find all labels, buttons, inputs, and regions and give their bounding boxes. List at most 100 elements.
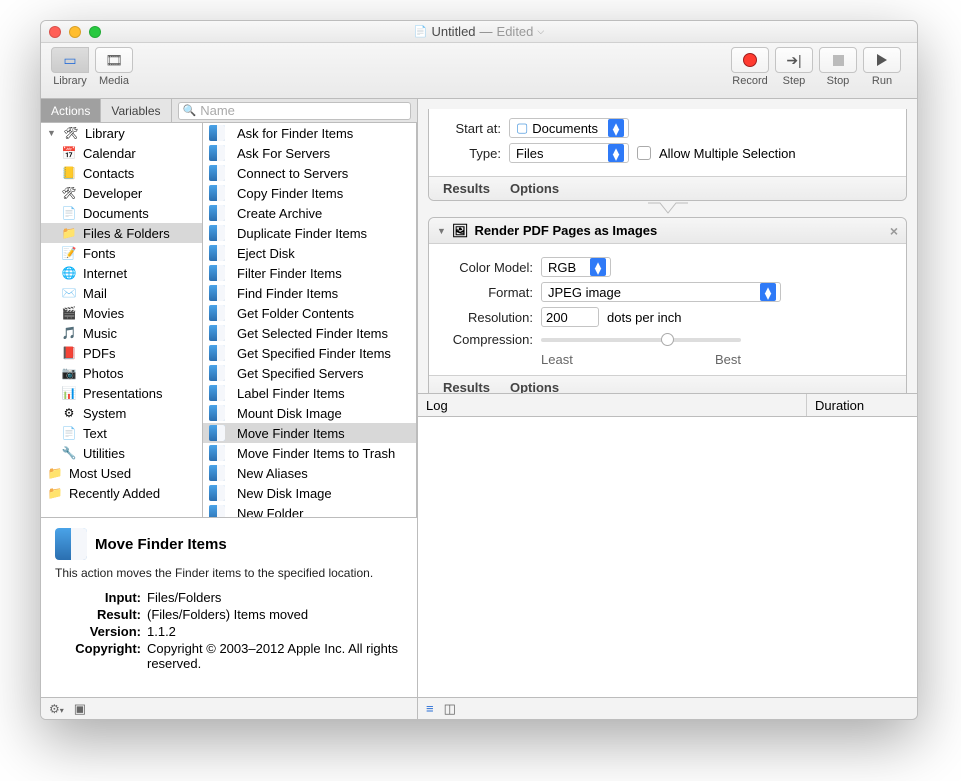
info-description: This action moves the Finder items to th…	[55, 566, 403, 580]
category-icon: ✉️	[61, 285, 77, 301]
document-icon: 📄	[414, 25, 428, 38]
action-list-item[interactable]: Mount Disk Image	[203, 403, 416, 423]
action-list-item[interactable]: Copy Finder Items	[203, 183, 416, 203]
search-input[interactable]: 🔍 Name	[178, 102, 412, 120]
toolbar: ▭ Library 🎞 Media Record ➔| Step Stop Ru…	[41, 43, 917, 99]
finder-icon	[209, 385, 225, 401]
action-list-item[interactable]: Ask for Finder Items	[203, 123, 416, 143]
library-item[interactable]: ✉️Mail	[41, 283, 202, 303]
library-item[interactable]: 🛠Developer	[41, 183, 202, 203]
action-list-item[interactable]: New Disk Image	[203, 483, 416, 503]
workflow-area: Start at: ▢ Documents ▴▾ Type: Files	[418, 99, 917, 393]
media-button[interactable]: 🎞	[95, 47, 133, 73]
finder-icon	[209, 445, 225, 461]
preview-icon: 🖼	[452, 223, 469, 239]
tab-actions[interactable]: Actions	[41, 99, 101, 122]
format-select[interactable]: JPEG image ▴▾	[541, 282, 781, 302]
library-item[interactable]: 📒Contacts	[41, 163, 202, 183]
start-at-select[interactable]: ▢ Documents ▴▾	[509, 118, 629, 138]
library-item[interactable]: 🔧Utilities	[41, 443, 202, 463]
finder-icon	[209, 325, 225, 341]
duration-column[interactable]: Duration	[807, 394, 917, 416]
finder-icon	[209, 405, 225, 421]
library-item[interactable]: 📊Presentations	[41, 383, 202, 403]
info-value: (Files/Folders) Items moved	[147, 607, 403, 622]
chevron-down-icon[interactable]: ⌵	[537, 26, 544, 37]
category-icon: 📷	[61, 365, 77, 381]
category-icon: 📁	[61, 225, 77, 241]
options-button[interactable]: Options	[510, 380, 559, 393]
library-item[interactable]: 🎵Music	[41, 323, 202, 343]
list-view-icon[interactable]: ≡	[426, 701, 434, 716]
category-icon: 📝	[61, 245, 77, 261]
library-item[interactable]: ▼🛠Library	[41, 123, 202, 143]
library-item[interactable]: 🌐Internet	[41, 263, 202, 283]
action-list-item[interactable]: Move Finder Items	[203, 423, 416, 443]
allow-multiple-checkbox[interactable]	[637, 146, 651, 160]
toggle-bottom-icon[interactable]: ▣	[74, 701, 86, 717]
action-list-item[interactable]: Create Archive	[203, 203, 416, 223]
action-list-item[interactable]: New Aliases	[203, 463, 416, 483]
library-toggle-button[interactable]: ▭	[51, 47, 89, 73]
info-key: Input:	[55, 590, 147, 605]
step-button[interactable]: ➔|	[775, 47, 813, 73]
record-button[interactable]	[731, 47, 769, 73]
type-select[interactable]: Files ▴▾	[509, 143, 629, 163]
finder-icon	[209, 165, 225, 181]
results-button[interactable]: Results	[443, 181, 490, 196]
disclosure-icon[interactable]: ▼	[437, 226, 446, 236]
resolution-input[interactable]: 200	[541, 307, 599, 327]
action-render-pdf: ▼ 🖼 Render PDF Pages as Images × Color M…	[428, 217, 907, 393]
finder-icon	[209, 185, 225, 201]
icon-view-icon[interactable]: ◫	[444, 701, 456, 717]
log-column[interactable]: Log	[418, 394, 807, 416]
titlebar: 📄 Untitled — Edited ⌵	[41, 21, 917, 43]
step-icon: ➔|	[786, 52, 801, 69]
action-list-item[interactable]: Get Specified Finder Items	[203, 343, 416, 363]
action-list-item[interactable]: Move Finder Items to Trash	[203, 443, 416, 463]
record-icon	[743, 53, 757, 67]
action-list-item[interactable]: Duplicate Finder Items	[203, 223, 416, 243]
info-panel: Move Finder Items This action moves the …	[41, 517, 417, 697]
library-item[interactable]: 📝Fonts	[41, 243, 202, 263]
action-list-item[interactable]: New Folder	[203, 503, 416, 517]
run-button[interactable]	[863, 47, 901, 73]
category-icon: 🛠	[61, 185, 77, 201]
compression-slider[interactable]	[541, 338, 741, 342]
library-item[interactable]: 🎬Movies	[41, 303, 202, 323]
library-item[interactable]: ⚙︎System	[41, 403, 202, 423]
library-item[interactable]: 📁Files & Folders	[41, 223, 202, 243]
library-item[interactable]: 📄Documents	[41, 203, 202, 223]
library-item[interactable]: 📅Calendar	[41, 143, 202, 163]
info-value: Copyright © 2003–2012 Apple Inc. All rig…	[147, 641, 403, 671]
library-item[interactable]: 📕PDFs	[41, 343, 202, 363]
action-list-item[interactable]: Find Finder Items	[203, 283, 416, 303]
action-list-item[interactable]: Eject Disk	[203, 243, 416, 263]
close-action-button[interactable]: ×	[890, 223, 898, 239]
library-item[interactable]: 📄Text	[41, 423, 202, 443]
library-item[interactable]: 📁Recently Added	[41, 483, 202, 503]
action-list-item[interactable]: Ask For Servers	[203, 143, 416, 163]
category-icon: 📄	[61, 425, 77, 441]
tab-variables[interactable]: Variables	[101, 99, 171, 122]
finder-icon	[209, 465, 225, 481]
finder-icon	[209, 305, 225, 321]
stop-icon	[833, 55, 844, 66]
results-button[interactable]: Results	[443, 380, 490, 393]
info-key: Copyright:	[55, 641, 147, 671]
log-area	[418, 417, 917, 697]
action-list-item[interactable]: Get Specified Servers	[203, 363, 416, 383]
action-ask-finder-items: Start at: ▢ Documents ▴▾ Type: Files	[428, 109, 907, 201]
action-list-item[interactable]: Filter Finder Items	[203, 263, 416, 283]
options-button[interactable]: Options	[510, 181, 559, 196]
colormodel-select[interactable]: RGB ▴▾	[541, 257, 611, 277]
library-item[interactable]: 📁Most Used	[41, 463, 202, 483]
action-list-item[interactable]: Connect to Servers	[203, 163, 416, 183]
stop-button[interactable]	[819, 47, 857, 73]
library-item[interactable]: 📷Photos	[41, 363, 202, 383]
action-list-item[interactable]: Get Selected Finder Items	[203, 323, 416, 343]
action-list-item[interactable]: Get Folder Contents	[203, 303, 416, 323]
finder-icon	[55, 528, 87, 560]
gear-icon[interactable]: ⚙︎▾	[49, 702, 64, 716]
action-list-item[interactable]: Label Finder Items	[203, 383, 416, 403]
